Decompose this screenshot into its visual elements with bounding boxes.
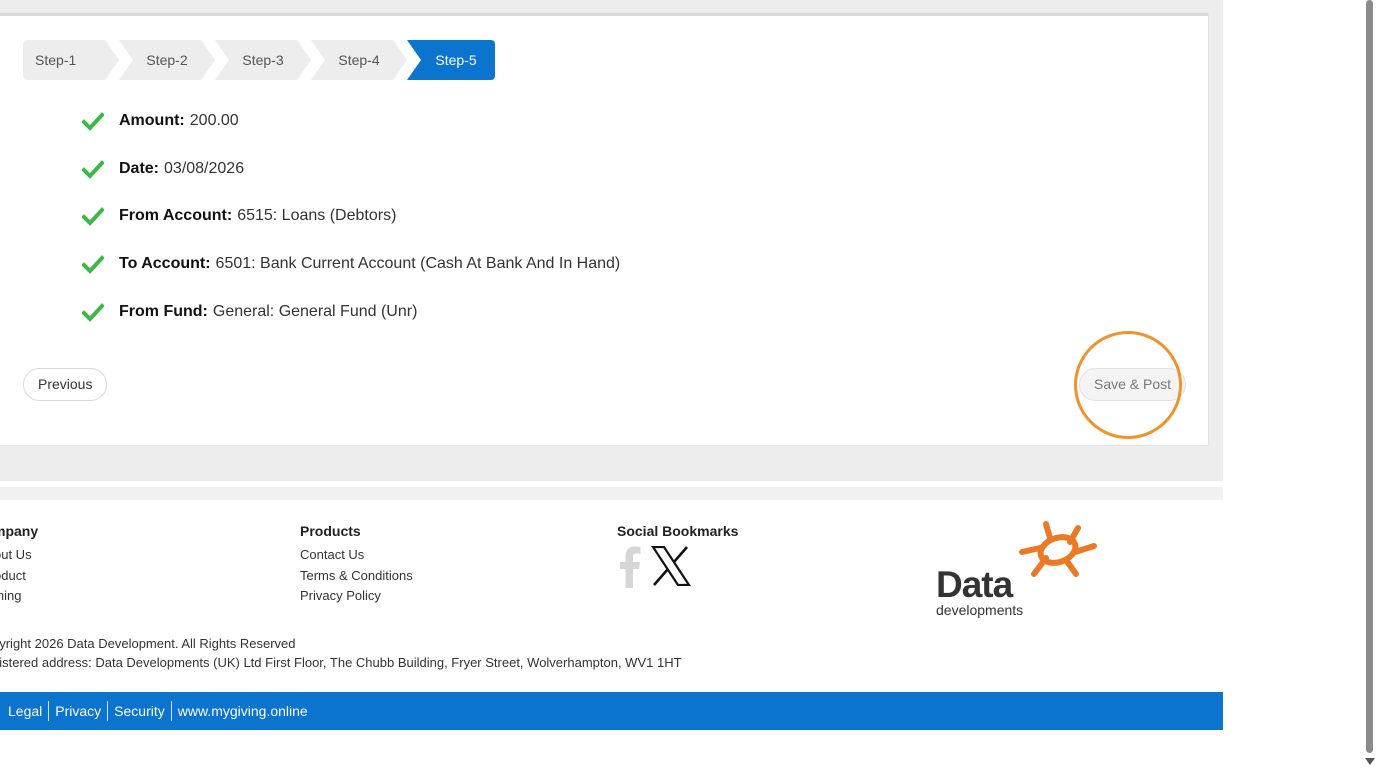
vertical-scrollbar[interactable] <box>1362 0 1377 770</box>
summary-value: 6515: Loans (Debtors) <box>237 207 397 225</box>
wizard-steps: Step-1 Step-2 Step-3 Step-4 Step-5 <box>23 40 495 80</box>
footer-link-product[interactable]: oduct <box>0 568 26 583</box>
footer-heading: Social Bookmarks <box>617 523 739 539</box>
copyright-text: pyright 2026 Data Development. All Right… <box>0 636 296 651</box>
summary-key: From Account: <box>119 207 233 225</box>
logo-word: Data <box>936 564 1013 605</box>
facebook-icon[interactable] <box>618 546 642 588</box>
summary-value: 6501: Bank Current Account (Cash At Bank… <box>215 255 621 273</box>
check-icon <box>82 255 104 274</box>
footer-link-terms[interactable]: Terms & Conditions <box>300 568 413 583</box>
step-label: Step-3 <box>242 52 284 68</box>
summary-key: Date: <box>119 159 160 177</box>
check-icon <box>82 159 104 179</box>
summary-key: To Account: <box>119 255 211 273</box>
previous-button[interactable]: Previous <box>23 368 108 401</box>
bottom-link-security[interactable]: Security <box>107 701 171 721</box>
save-post-button[interactable]: Save & Post <box>1079 368 1187 401</box>
step-5-tab[interactable]: Step-5 <box>407 40 495 80</box>
summary-row: Date: 03/08/2026 <box>82 154 620 184</box>
check-icon <box>82 112 104 131</box>
footer-link-contact-us[interactable]: Contact Us <box>300 547 364 562</box>
footer-heading: Products <box>300 523 361 539</box>
summary-row: From Fund: General: General Fund (Unr) <box>82 297 620 327</box>
summary-row: From Account: 6515: Loans (Debtors) <box>82 201 620 231</box>
summary-list: Amount: 200.00 Date: 03/08/2026 From Acc… <box>82 106 620 344</box>
step-label: Step-5 <box>435 52 477 68</box>
check-icon <box>82 207 104 227</box>
summary-value: 03/08/2026 <box>164 159 245 177</box>
step-3-tab[interactable]: Step-3 <box>215 40 311 80</box>
footer-heading: mpany <box>0 523 39 539</box>
summary-value: General: General Fund (Unr) <box>212 302 418 320</box>
summary-value: 200.00 <box>189 112 239 129</box>
logo-subtitle: developments <box>936 602 1024 618</box>
separator-strip <box>0 487 1223 500</box>
check-icon <box>82 302 104 322</box>
address-text: gistered address: Data Developments (UK)… <box>0 655 682 670</box>
x-icon[interactable] <box>651 546 691 586</box>
summary-key: From Fund: <box>119 302 208 320</box>
bottom-link-mygiving[interactable]: www.mygiving.online <box>170 701 314 721</box>
step-label: Step-4 <box>338 52 380 68</box>
step-label: Step-2 <box>146 52 188 68</box>
step-2-tab[interactable]: Step-2 <box>119 40 215 80</box>
scrollbar-thumb[interactable] <box>1366 0 1373 753</box>
page: Step-1 Step-2 Step-3 Step-4 Step-5 Amoun… <box>0 0 1377 770</box>
summary-key: Amount: <box>119 112 185 129</box>
bottom-link-privacy[interactable]: Privacy <box>48 701 107 721</box>
summary-row: Amount: 200.00 <box>82 106 620 136</box>
step-4-tab[interactable]: Step-4 <box>311 40 407 80</box>
data-developments-logo: Data developments <box>932 520 1102 620</box>
bottom-nav-bar: Legal Privacy Security www.mygiving.onli… <box>0 692 1223 730</box>
footer-link-privacy-policy[interactable]: Privacy Policy <box>300 588 381 603</box>
step-label: Step-1 <box>35 52 77 68</box>
footer-link-training[interactable]: ining <box>0 588 21 603</box>
summary-row: To Account: 6501: Bank Current Account (… <box>82 249 620 279</box>
scroll-down-arrow-icon[interactable] <box>1365 758 1375 765</box>
bottom-link-legal[interactable]: Legal <box>0 701 48 721</box>
footer-link-about-us[interactable]: out Us <box>0 547 32 562</box>
step-1-tab[interactable]: Step-1 <box>23 40 119 80</box>
